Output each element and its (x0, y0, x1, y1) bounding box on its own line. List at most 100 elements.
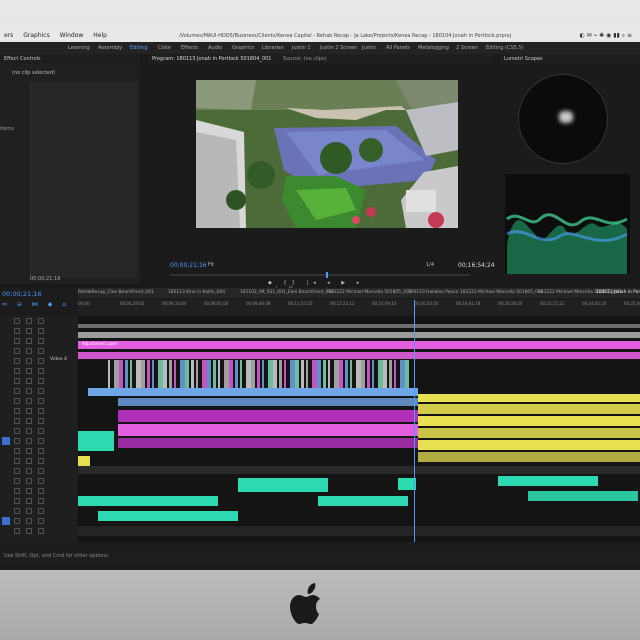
track-toggle-icon[interactable] (14, 428, 20, 434)
timeline-clip[interactable] (179, 360, 185, 388)
timeline-clip[interactable] (118, 410, 418, 422)
timeline-clip[interactable] (262, 360, 264, 388)
track-toggle-icon[interactable] (38, 418, 44, 424)
track-toggle-icon[interactable] (14, 448, 20, 454)
sequence-tab[interactable]: 181222 Michael Marcella 501805_001 (328, 288, 412, 298)
track-toggle-icon[interactable] (38, 318, 44, 324)
track-toggle-icon[interactable] (14, 478, 20, 484)
track-toggle-icon[interactable] (38, 458, 44, 464)
track-toggle-icon[interactable] (38, 478, 44, 484)
timeline-clip[interactable] (295, 360, 299, 388)
timeline-clip[interactable] (418, 394, 640, 402)
sequence-tab-active[interactable]: 180113 Jonah in Portlock 501804_001 (596, 288, 640, 298)
track-toggle-icon[interactable] (26, 348, 32, 354)
timeline-clip[interactable] (311, 360, 317, 388)
timeline-clip[interactable] (333, 360, 339, 388)
resolution-dropdown[interactable]: 1/4 (426, 262, 434, 268)
track-toggle-icon[interactable] (38, 348, 44, 354)
track-header[interactable] (0, 506, 78, 516)
track-toggle-icon[interactable] (38, 398, 44, 404)
track-toggle-icon[interactable] (26, 448, 32, 454)
timeline-clip[interactable] (223, 360, 229, 388)
timeline-clip[interactable] (218, 360, 220, 388)
track-header[interactable] (0, 336, 78, 346)
timeline-clip[interactable] (240, 360, 242, 388)
timeline-clip[interactable] (405, 360, 409, 388)
timeline-clip[interactable] (78, 332, 640, 338)
timeline-clip[interactable] (168, 360, 172, 388)
sequence-tab[interactable]: 190110 Halakea Peace (408, 288, 458, 298)
sequence-tab[interactable]: 180113 Kino in Kalihi_004 (168, 288, 225, 298)
timeline-clip[interactable] (418, 452, 640, 462)
track-toggle-icon[interactable] (14, 498, 20, 504)
track-header[interactable] (0, 466, 78, 476)
timeline-clip[interactable] (118, 398, 418, 406)
timeline-clip[interactable] (344, 360, 348, 388)
timeline-clip[interactable] (306, 360, 308, 388)
track-header[interactable] (0, 326, 78, 336)
track-toggle-icon[interactable] (38, 428, 44, 434)
track-toggle-icon[interactable] (38, 408, 44, 414)
timeline-clip[interactable] (78, 496, 218, 506)
track-toggle-icon[interactable] (26, 398, 32, 404)
timeline-clip[interactable] (418, 440, 640, 450)
timeline-clip[interactable] (383, 360, 387, 388)
track-header[interactable] (0, 396, 78, 406)
track-toggle-icon[interactable] (26, 428, 32, 434)
track-header[interactable] (0, 476, 78, 486)
track-header[interactable] (0, 416, 78, 426)
timeline-clip[interactable] (388, 360, 392, 388)
timeline-clip[interactable] (339, 360, 343, 388)
track-toggle-icon[interactable] (38, 498, 44, 504)
track-header[interactable] (0, 516, 78, 526)
sequence-tab[interactable]: RehabRecap_Cleo BeachFront_001 (78, 288, 154, 298)
timeline-clip[interactable] (317, 360, 321, 388)
track-toggle-icon[interactable] (14, 398, 20, 404)
workspace-tab[interactable]: All Panels (386, 42, 410, 54)
source-tab[interactable]: Source: (no clips) (283, 56, 326, 62)
timeline-clip[interactable] (152, 360, 154, 388)
track-header[interactable] (0, 456, 78, 466)
track-toggle-icon[interactable] (38, 328, 44, 334)
track-header[interactable] (0, 406, 78, 416)
workspace-tab[interactable]: Graphics (232, 42, 254, 54)
track-toggle-icon[interactable] (38, 508, 44, 514)
timeline-clip[interactable] (251, 360, 255, 388)
timeline-clip[interactable] (157, 360, 163, 388)
timeline-clip[interactable] (174, 360, 176, 388)
track-toggle-icon[interactable] (14, 458, 20, 464)
timeline-clip[interactable] (322, 360, 326, 388)
timeline-clip[interactable] (185, 360, 189, 388)
timeline-clip[interactable] (118, 424, 418, 436)
track-header[interactable] (0, 376, 78, 386)
program-scrub-bar[interactable] (170, 274, 470, 276)
workspace-tab[interactable]: Editing (CS5.5) (486, 42, 524, 54)
program-timecode[interactable]: 00;00;21;16 (170, 262, 207, 269)
timeline-clip[interactable] (273, 360, 277, 388)
track-toggle-icon[interactable] (26, 478, 32, 484)
timeline-clip[interactable] (141, 360, 145, 388)
timeline-clip[interactable] (300, 360, 304, 388)
track-toggle-icon[interactable] (26, 518, 32, 524)
track-toggle-icon[interactable] (14, 368, 20, 374)
timeline-clip[interactable] (289, 360, 295, 388)
workspace-tab[interactable]: 2 Screen (456, 42, 478, 54)
workspace-tab[interactable]: Learning (68, 42, 90, 54)
adjustment-layer-clip[interactable]: Adjustment Layer (78, 341, 640, 349)
timeline-clip[interactable] (196, 360, 198, 388)
track-toggle-icon[interactable] (38, 378, 44, 384)
timeline-clip[interactable] (245, 360, 251, 388)
track-toggle-icon[interactable] (38, 448, 44, 454)
timeline-playhead[interactable] (414, 300, 415, 542)
timeline-clip[interactable] (78, 456, 90, 466)
timeline-clip[interactable] (361, 360, 365, 388)
timeline-clip[interactable] (124, 360, 128, 388)
menu-window[interactable]: Window (56, 30, 88, 42)
workspace-tab[interactable]: Effects (181, 42, 198, 54)
track-toggle-icon[interactable] (38, 488, 44, 494)
track-header[interactable] (0, 346, 78, 356)
lumetri-scopes-header[interactable]: Lumetri Scopes (500, 54, 640, 64)
timeline-clip[interactable] (130, 360, 132, 388)
workspace-tab-active[interactable]: Editing (130, 42, 148, 54)
track-toggle-icon[interactable] (14, 488, 20, 494)
